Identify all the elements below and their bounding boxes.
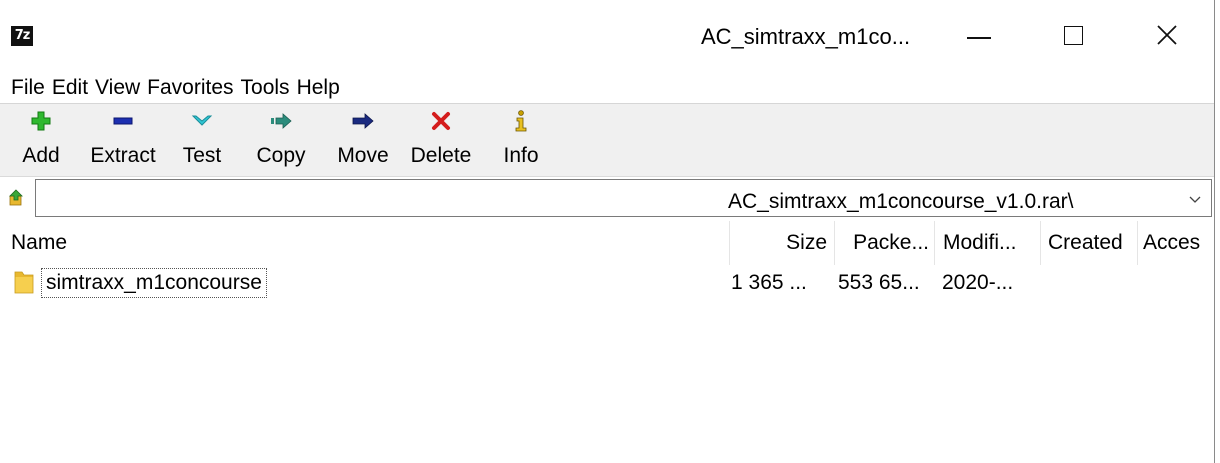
column-packed[interactable]: Packe... — [834, 221, 933, 265]
title-bar: 7z AC_simtraxx_m1co... — [0, 0, 1214, 74]
maximize-icon — [1063, 25, 1083, 45]
minimize-icon — [967, 37, 991, 39]
close-button[interactable] — [1137, 12, 1197, 58]
column-modified[interactable]: Modifi... — [934, 221, 1039, 265]
minimize-button[interactable] — [949, 12, 1009, 58]
move-arrow-icon — [352, 110, 374, 132]
extract-button[interactable]: Extract — [84, 107, 162, 173]
plus-icon — [30, 110, 52, 132]
item-packed: 553 65... — [838, 271, 920, 294]
copy-button[interactable]: Copy — [250, 107, 312, 173]
copy-label: Copy — [256, 144, 306, 167]
column-accessed[interactable]: Acces — [1137, 221, 1214, 265]
address-field[interactable]: AC_simtraxx_m1concourse_v1.0.rar\ — [36, 179, 1212, 217]
file-list: Name Size Packe... Modifi... Created Acc… — [0, 221, 1214, 463]
add-label: Add — [22, 144, 60, 167]
test-chevron-icon — [191, 110, 213, 132]
app-logo-icon: 7z — [11, 26, 33, 46]
move-button[interactable]: Move — [328, 107, 398, 173]
toolbar: Add Extract Test Copy Move Delete Info — [0, 103, 1214, 176]
address-path: AC_simtraxx_m1concourse_v1.0.rar\ — [728, 190, 1074, 213]
add-button[interactable]: Add — [14, 107, 68, 173]
column-header: Name Size Packe... Modifi... Created Acc… — [0, 221, 1214, 265]
maximize-button[interactable] — [1043, 12, 1103, 58]
item-modified: 2020-... — [942, 271, 1014, 294]
extract-label: Extract — [90, 144, 156, 167]
menu-help[interactable]: Help — [297, 74, 340, 102]
minus-icon — [112, 110, 134, 132]
address-bar: AC_simtraxx_m1concourse_v1.0.rar\ — [0, 176, 1214, 222]
move-label: Move — [337, 144, 389, 167]
list-item[interactable]: simtraxx_m1concourse 1 365 ... 553 65...… — [0, 265, 1214, 301]
test-button[interactable]: Test — [176, 107, 228, 173]
column-name[interactable]: Name — [0, 221, 728, 265]
delete-label: Delete — [410, 144, 472, 167]
chevron-down-icon[interactable] — [1189, 194, 1201, 204]
delete-x-icon — [430, 110, 452, 132]
info-button[interactable]: Info — [496, 107, 546, 173]
window-title: AC_simtraxx_m1co... — [701, 24, 911, 49]
test-label: Test — [182, 144, 222, 167]
menu-view[interactable]: View — [95, 74, 140, 102]
up-folder-icon[interactable] — [7, 189, 25, 207]
item-size: 1 365 ... — [731, 271, 807, 294]
column-size[interactable]: Size — [729, 221, 833, 265]
app-window: 7z AC_simtraxx_m1co... File Edit View Fa… — [0, 0, 1215, 463]
folder-icon — [13, 269, 35, 295]
menu-favorites[interactable]: Favorites — [147, 74, 233, 102]
item-name: simtraxx_m1concourse — [41, 268, 267, 298]
menu-edit[interactable]: Edit — [52, 74, 88, 102]
menu-bar: File Edit View Favorites Tools Help — [0, 74, 1214, 102]
info-label: Info — [503, 144, 539, 167]
copy-arrow-icon — [270, 110, 292, 132]
column-created[interactable]: Created — [1040, 221, 1136, 265]
menu-file[interactable]: File — [11, 74, 45, 102]
close-icon — [1157, 25, 1177, 45]
menu-tools[interactable]: Tools — [241, 74, 290, 102]
info-icon — [510, 110, 532, 132]
delete-button[interactable]: Delete — [404, 107, 478, 173]
